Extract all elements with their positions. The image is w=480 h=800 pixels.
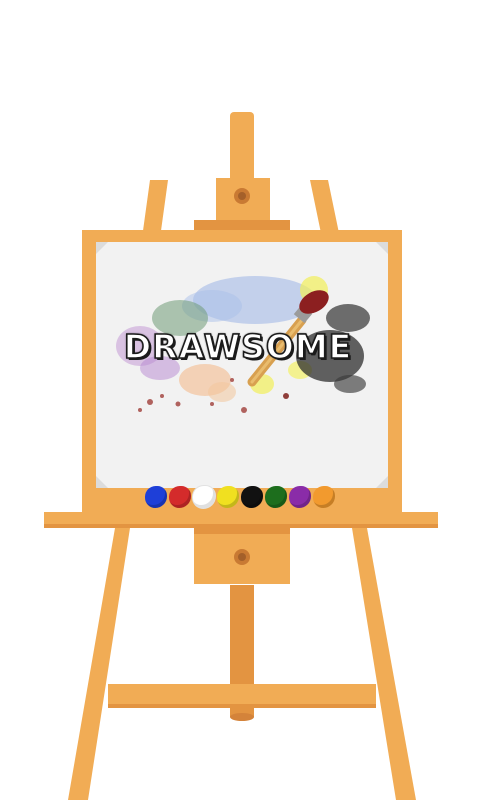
easel-right-leg	[352, 528, 416, 800]
splash-screen: DRAWSOME	[0, 0, 480, 800]
paint-blob-blue[interactable]	[145, 486, 167, 508]
app-logo[interactable]: DRAWSOME	[118, 323, 358, 369]
paint-blob-red[interactable]	[169, 486, 191, 508]
easel-illustration	[44, 112, 438, 800]
paint-blob-orange[interactable]	[313, 486, 335, 508]
paint-blob-green[interactable]	[265, 486, 287, 508]
paint-palette	[145, 486, 335, 512]
paint-blob-black[interactable]	[241, 486, 263, 508]
paint-blob-white[interactable]	[193, 486, 215, 508]
easel-left-leg	[68, 528, 130, 800]
paint-blob-yellow[interactable]	[217, 486, 239, 508]
paint-blob-purple[interactable]	[289, 486, 311, 508]
easel-left-upright	[142, 180, 168, 238]
easel-right-upright	[310, 180, 340, 238]
